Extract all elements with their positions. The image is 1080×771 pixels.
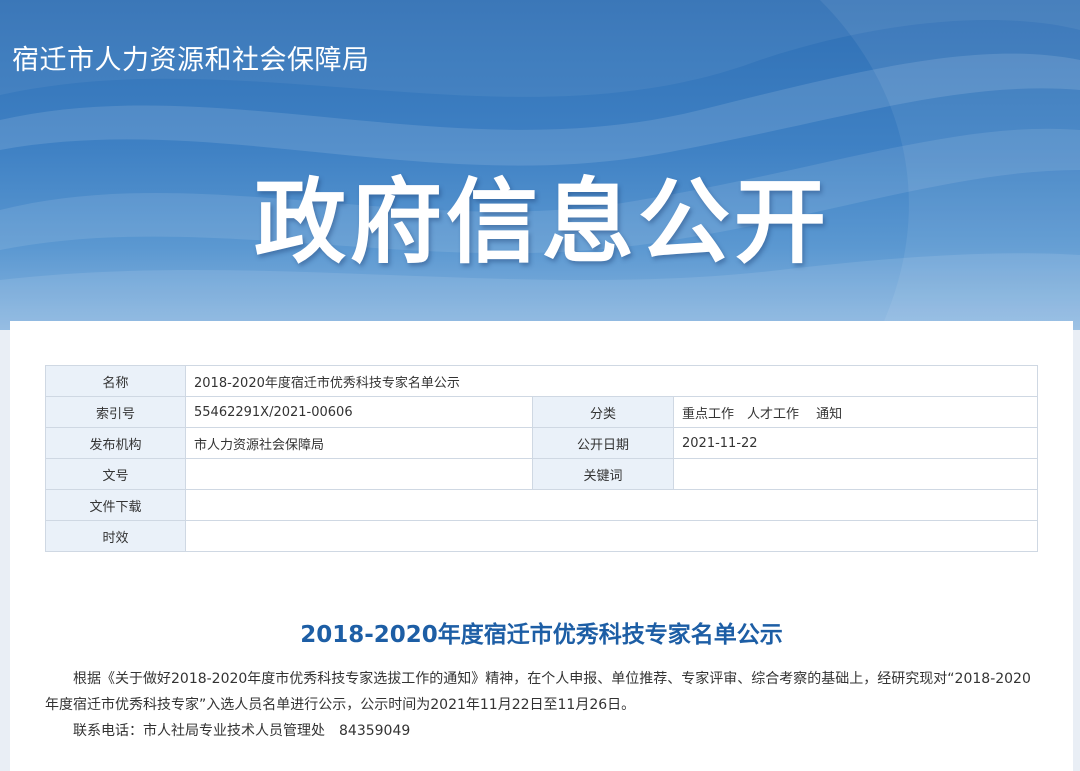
page: 宿迁市人力资源和社会保障局 政府信息公开 名称 2018-2020年度宿迁市优秀…: [0, 0, 1080, 771]
validity-label: 时效: [45, 520, 186, 552]
download-value[interactable]: [185, 489, 1038, 521]
banner-heading: 政府信息公开: [0, 148, 1080, 281]
publisher-value: 市人力资源社会保障局: [185, 427, 533, 459]
category-label: 分类: [532, 396, 674, 428]
validity-value: [185, 520, 1038, 552]
table-row: 发布机构 市人力资源社会保障局 公开日期 2021-11-22: [45, 427, 1038, 459]
category-value: 重点工作 人才工作 通知: [673, 396, 1038, 428]
site-name[interactable]: 宿迁市人力资源和社会保障局: [12, 38, 370, 77]
index-value: 55462291X/2021-00606: [185, 396, 533, 428]
table-row: 时效: [45, 520, 1038, 552]
article-paragraph: 根据《关于做好2018-2020年度市优秀科技专家选拔工作的通知》精神，在个人申…: [45, 671, 1031, 713]
document-meta-table: 名称 2018-2020年度宿迁市优秀科技专家名单公示 索引号 55462291…: [45, 365, 1038, 552]
header-banner: 宿迁市人力资源和社会保障局 政府信息公开: [0, 0, 1080, 330]
content-panel: 名称 2018-2020年度宿迁市优秀科技专家名单公示 索引号 55462291…: [10, 321, 1073, 771]
index-label: 索引号: [45, 396, 186, 428]
table-row: 索引号 55462291X/2021-00606 分类 重点工作 人才工作 通知: [45, 396, 1038, 428]
doc-number-label: 文号: [45, 458, 186, 490]
table-row: 文件下载: [45, 489, 1038, 521]
keywords-value: [673, 458, 1038, 490]
name-value: 2018-2020年度宿迁市优秀科技专家名单公示: [185, 365, 1038, 397]
name-label: 名称: [45, 365, 186, 397]
article-title: 2018-2020年度宿迁市优秀科技专家名单公示: [300, 622, 783, 648]
date-value: 2021-11-22: [673, 427, 1038, 459]
keywords-label: 关键词: [532, 458, 674, 490]
table-row: 文号 关键词: [45, 458, 1038, 490]
doc-number-value: [185, 458, 533, 490]
table-row: 名称 2018-2020年度宿迁市优秀科技专家名单公示: [45, 365, 1038, 397]
date-label: 公开日期: [532, 427, 674, 459]
banner-heading-text: 政府信息公开: [253, 169, 830, 276]
publisher-label: 发布机构: [45, 427, 186, 459]
download-label: 文件下载: [45, 489, 186, 521]
contact-line: 联系电话：市人社局专业技术人员管理处 84359049: [73, 723, 411, 739]
article-body: 根据《关于做好2018-2020年度市优秀科技专家选拔工作的通知》精神，在个人申…: [45, 666, 1040, 744]
